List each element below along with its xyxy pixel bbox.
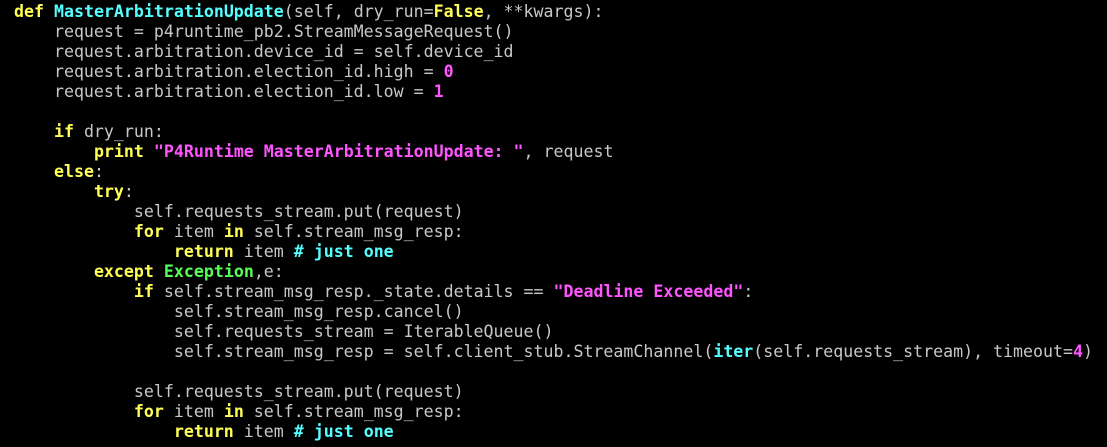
keyword-token: return xyxy=(173,242,234,261)
code-text: request.arbitration.election_id.high = xyxy=(14,62,444,81)
code-text: request.arbitration.election_id.low = xyxy=(14,82,434,101)
code-text: self.stream_msg_resp.cancel() xyxy=(14,302,464,321)
code-text: self.stream_msg_resp: xyxy=(243,222,464,241)
keyword-token: return xyxy=(173,422,234,441)
keyword-token: try xyxy=(93,182,124,201)
code-line: if dry_run: xyxy=(14,122,1093,142)
comment-token: # just one xyxy=(293,422,394,441)
code-line: if self.stream_msg_resp._state.details =… xyxy=(14,282,1093,302)
code-text: self.requests_stream = IterableQueue() xyxy=(14,322,554,341)
code-text: item xyxy=(233,422,294,441)
code-line: except Exception,e: xyxy=(14,262,1093,282)
code-line: self.requests_stream.put(request) xyxy=(14,382,1093,402)
code-editor[interactable]: def MasterArbitrationUpdate(self, dry_ru… xyxy=(14,2,1093,442)
code-text: ) xyxy=(1083,342,1093,361)
exception-token: Exception xyxy=(163,262,254,281)
code-text: item xyxy=(163,222,224,241)
code-text: , request xyxy=(523,142,614,161)
code-line: request.arbitration.device_id = self.dev… xyxy=(14,42,1093,62)
string-token: "Deadline Exceeded" xyxy=(553,282,744,301)
code-line: self.stream_msg_resp = self.client_stub.… xyxy=(14,342,1093,362)
keyword-token: in xyxy=(223,222,244,241)
keyword-token: print xyxy=(93,142,144,161)
code-line: request.arbitration.election_id.low = 1 xyxy=(14,82,1093,102)
code-text: self.stream_msg_resp: xyxy=(243,402,464,421)
code-line: self.requests_stream = IterableQueue() xyxy=(14,322,1093,342)
code-text: self.requests_stream.put(request) xyxy=(14,202,464,221)
code-text: dry_run: xyxy=(73,122,164,141)
code-line: for item in self.stream_msg_resp: xyxy=(14,222,1093,242)
code-line: request.arbitration.election_id.high = 0 xyxy=(14,62,1093,82)
keyword-token: if xyxy=(133,282,154,301)
comment-token: # just one xyxy=(293,242,394,261)
code-text: ,e: xyxy=(253,262,284,281)
code-text: , **kwargs): xyxy=(483,2,604,21)
code-text: (self.requests_stream), timeout= xyxy=(753,342,1073,361)
code-line: else: xyxy=(14,162,1093,182)
code-text: (self, dry_run= xyxy=(283,2,434,21)
code-line: self.stream_msg_resp.cancel() xyxy=(14,302,1093,322)
code-text: : xyxy=(123,182,134,201)
builtin-token: iter xyxy=(713,342,754,361)
code-line: request = p4runtime_pb2.StreamMessageReq… xyxy=(14,22,1093,42)
code-line: def MasterArbitrationUpdate(self, dry_ru… xyxy=(14,2,1093,22)
number-token: 0 xyxy=(443,62,454,81)
constant-token: False xyxy=(433,2,484,21)
code-text: self.stream_msg_resp._state.details == xyxy=(153,282,554,301)
code-line: self.requests_stream.put(request) xyxy=(14,202,1093,222)
keyword-token: for xyxy=(133,222,164,241)
code-text: item xyxy=(163,402,224,421)
code-line: return item # just one xyxy=(14,422,1093,442)
function-name-token: MasterArbitrationUpdate xyxy=(53,2,284,21)
code-text: request.arbitration.device_id = self.dev… xyxy=(14,42,514,61)
keyword-token: else xyxy=(53,162,94,181)
keyword-token: def xyxy=(14,2,44,21)
keyword-token: if xyxy=(53,122,74,141)
code-text: self.stream_msg_resp = self.client_stub.… xyxy=(14,342,714,361)
code-line: for item in self.stream_msg_resp: xyxy=(14,402,1093,422)
keyword-token: in xyxy=(223,402,244,421)
code-text: : xyxy=(743,282,754,301)
code-line: try: xyxy=(14,182,1093,202)
code-text: : xyxy=(93,162,104,181)
code-text: request = p4runtime_pb2.StreamMessageReq… xyxy=(14,22,514,41)
code-line: print "P4Runtime MasterArbitrationUpdate… xyxy=(14,142,1093,162)
code-text: item xyxy=(233,242,294,261)
number-token: 4 xyxy=(1073,342,1083,361)
code-line: return item # just one xyxy=(14,242,1093,262)
keyword-token: for xyxy=(133,402,164,421)
string-token: "P4Runtime MasterArbitrationUpdate: " xyxy=(153,142,524,161)
code-text: self.requests_stream.put(request) xyxy=(14,382,464,401)
number-token: 1 xyxy=(433,82,444,101)
keyword-token: except xyxy=(93,262,154,281)
